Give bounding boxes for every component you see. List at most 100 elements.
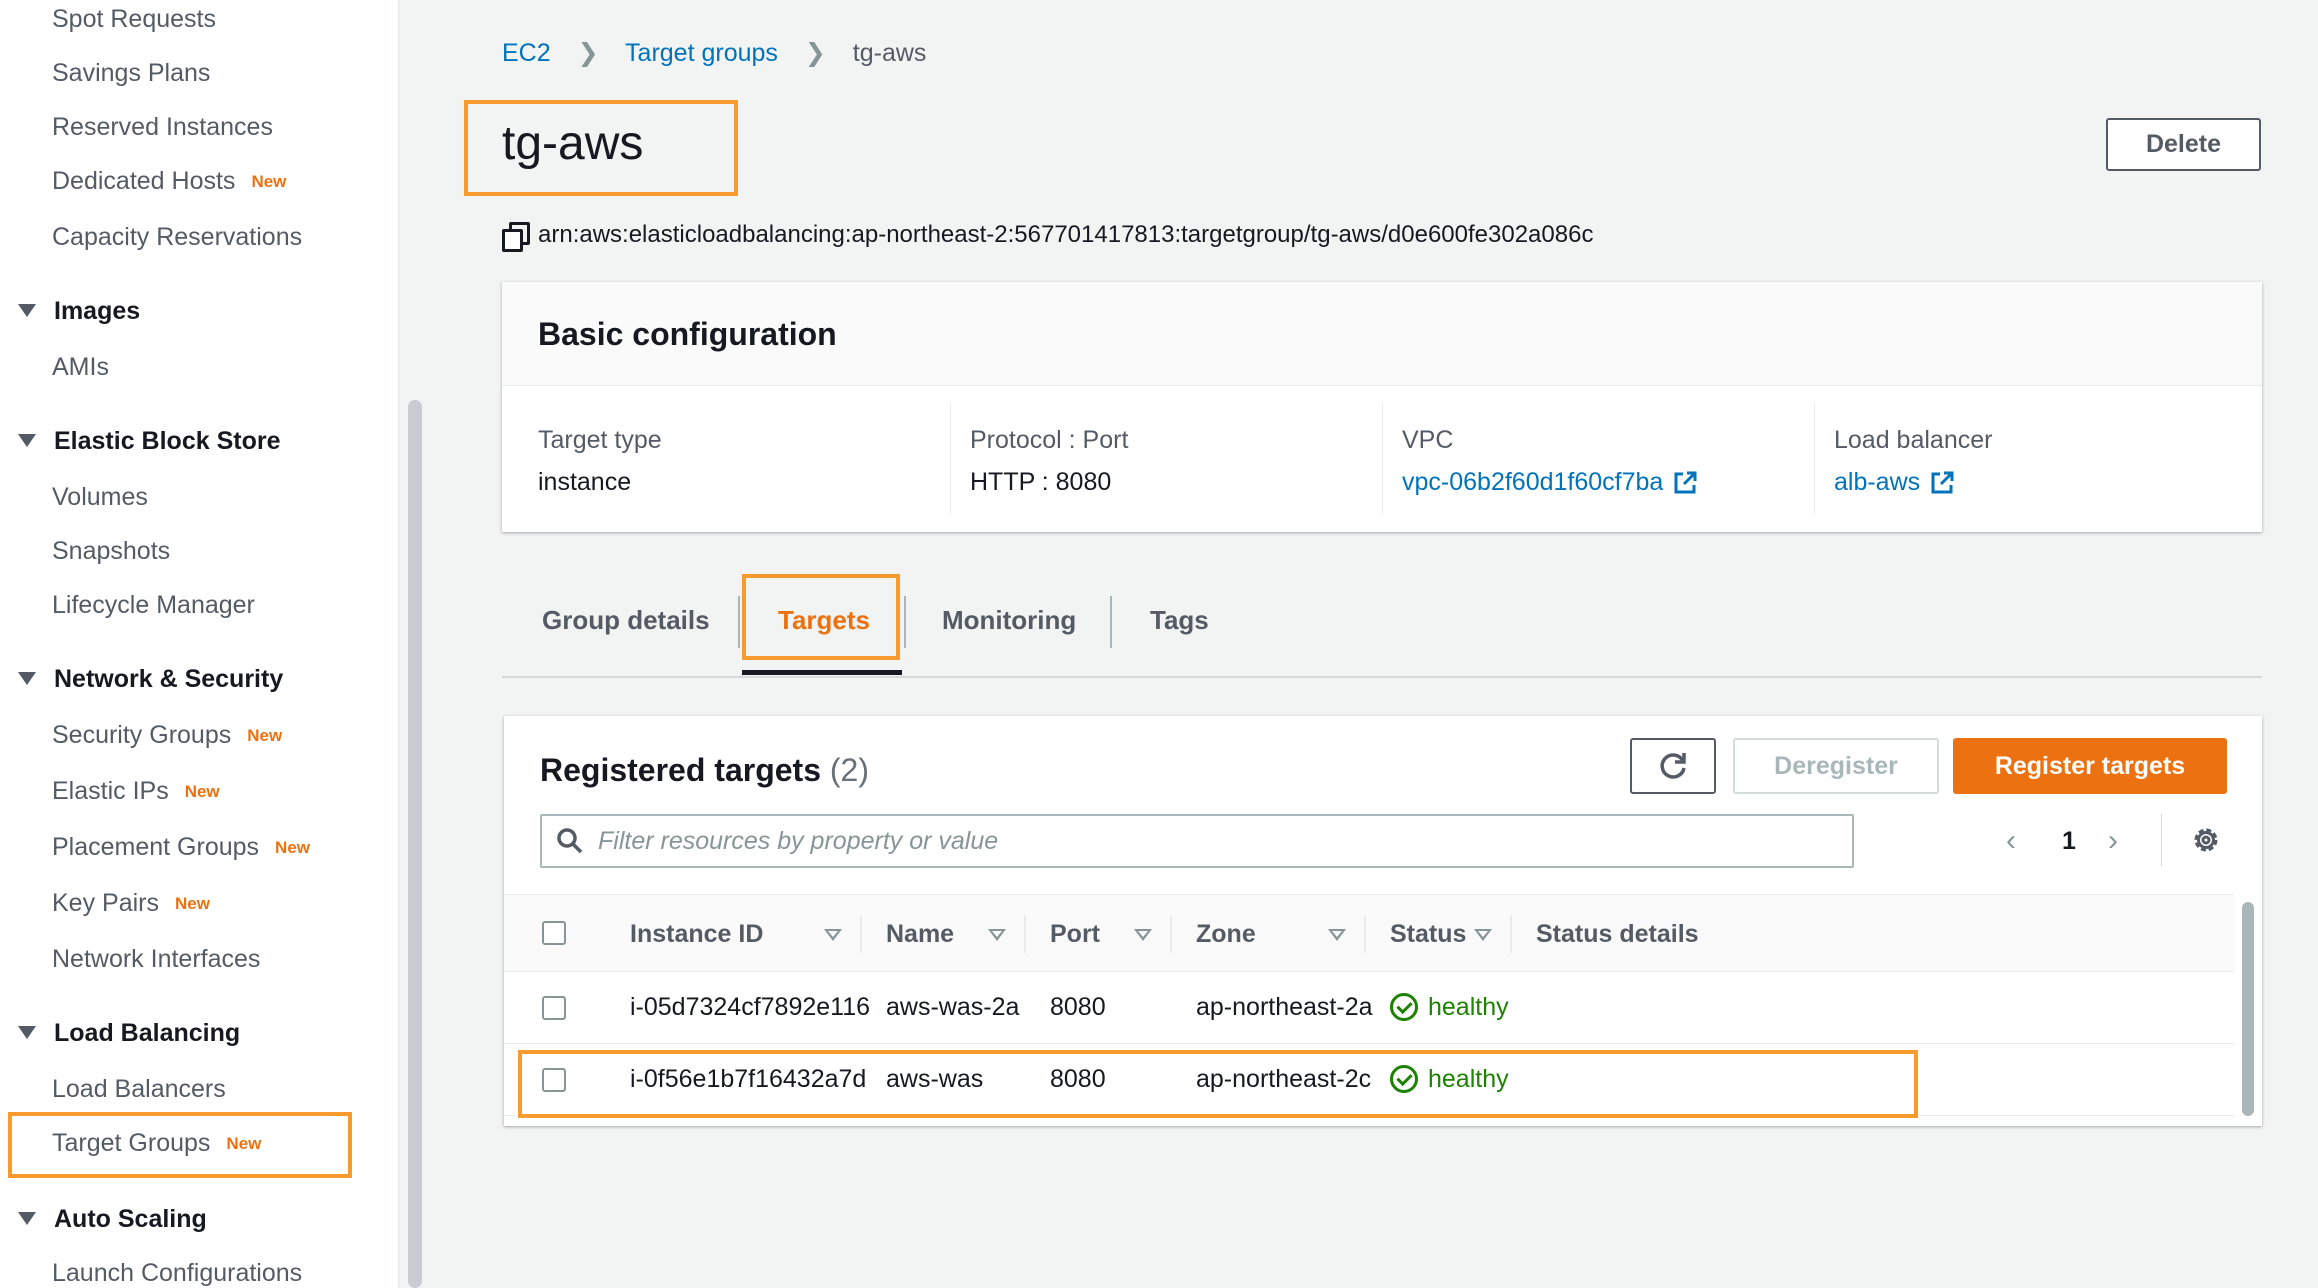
new-badge: New bbox=[174, 894, 210, 914]
refresh-button[interactable] bbox=[1630, 738, 1716, 794]
section-title: Elastic Block Store bbox=[54, 427, 281, 455]
field-label: VPC bbox=[1402, 426, 1454, 454]
column-header-zone[interactable]: Zone bbox=[1196, 919, 1256, 949]
nav-spot-requests[interactable]: Spot Requests bbox=[52, 4, 216, 34]
new-badge: New bbox=[251, 172, 287, 192]
delete-button[interactable]: Delete bbox=[2106, 118, 2261, 171]
tab-monitoring[interactable]: Monitoring bbox=[942, 604, 1076, 636]
target-port: 8080 bbox=[1050, 1065, 1106, 1093]
load-balancer-link[interactable]: alb-aws bbox=[1834, 468, 1920, 497]
column-divider[interactable] bbox=[1364, 915, 1366, 953]
table-row[interactable]: i-05d7324cf7892e116 aws-was-2a 8080 ap-n… bbox=[504, 972, 2234, 1044]
nav-capacity-reservations[interactable]: Capacity Reservations bbox=[52, 222, 302, 252]
nav-label: Capacity Reservations bbox=[52, 223, 303, 251]
section-images[interactable]: Images bbox=[18, 296, 140, 326]
nav-reserved-instances[interactable]: Reserved Instances bbox=[52, 112, 273, 142]
tab-group-details[interactable]: Group details bbox=[542, 604, 710, 636]
section-title: Network & Security bbox=[54, 665, 284, 693]
nav-label: Savings Plans bbox=[52, 59, 211, 87]
external-link-icon[interactable] bbox=[1673, 471, 1697, 495]
table-scrollbar-thumb[interactable] bbox=[2242, 902, 2254, 1116]
nav-security-groups[interactable]: Security Groups New bbox=[52, 720, 282, 751]
refresh-icon bbox=[1660, 753, 1686, 779]
nav-volumes[interactable]: Volumes bbox=[52, 482, 148, 512]
sort-icon[interactable] bbox=[1328, 929, 1346, 941]
tab-tags[interactable]: Tags bbox=[1150, 604, 1209, 636]
sort-icon[interactable] bbox=[1134, 929, 1152, 941]
select-all-checkbox[interactable] bbox=[542, 921, 566, 945]
nav-target-groups[interactable]: Target Groups New bbox=[52, 1128, 261, 1159]
row-checkbox[interactable] bbox=[542, 1068, 566, 1092]
nav-label: Dedicated Hosts bbox=[52, 167, 236, 195]
field-label: Protocol : Port bbox=[970, 426, 1129, 454]
column-divider[interactable] bbox=[1170, 915, 1172, 953]
breadcrumb-ec2[interactable]: EC2 bbox=[502, 39, 551, 67]
nav-load-balancers[interactable]: Load Balancers bbox=[52, 1074, 226, 1104]
caret-down-icon bbox=[18, 671, 36, 685]
nav-elastic-ips[interactable]: Elastic IPs New bbox=[52, 776, 220, 807]
section-load-balancing[interactable]: Load Balancing bbox=[18, 1018, 240, 1048]
gear-icon[interactable] bbox=[2190, 824, 2222, 856]
basic-configuration-header: Basic configuration bbox=[502, 282, 2262, 386]
filter-input[interactable] bbox=[598, 826, 1838, 856]
nav-placement-groups[interactable]: Placement Groups New bbox=[52, 832, 310, 863]
nav-dedicated-hosts[interactable]: Dedicated Hosts New bbox=[52, 166, 286, 197]
copy-icon[interactable] bbox=[502, 222, 530, 252]
section-title: Load Balancing bbox=[54, 1019, 241, 1047]
field-vpc: VPC vpc-06b2f60d1f60cf7ba bbox=[1366, 386, 1806, 532]
protocol-port-value: HTTP : 8080 bbox=[970, 468, 1112, 496]
filter-box[interactable] bbox=[540, 814, 1854, 868]
sort-icon[interactable] bbox=[824, 929, 842, 941]
nav-network-interfaces[interactable]: Network Interfaces bbox=[52, 944, 260, 974]
registered-targets-count: (2) bbox=[829, 752, 869, 788]
target-zone: ap-northeast-2a bbox=[1196, 993, 1373, 1021]
instance-id-link[interactable]: i-05d7324cf7892e116 bbox=[630, 992, 870, 1022]
nav-launch-configurations[interactable]: Launch Configurations bbox=[52, 1258, 302, 1288]
chevron-right-icon: ❯ bbox=[804, 39, 826, 67]
nav-label: Spot Requests bbox=[52, 5, 216, 33]
column-header-status[interactable]: Status bbox=[1390, 919, 1466, 949]
vpc-link[interactable]: vpc-06b2f60d1f60cf7ba bbox=[1402, 468, 1663, 497]
deregister-button[interactable]: Deregister bbox=[1733, 738, 1939, 794]
column-divider[interactable] bbox=[860, 915, 862, 953]
tab-targets[interactable]: Targets bbox=[778, 604, 870, 636]
column-header-instance-id[interactable]: Instance ID bbox=[630, 919, 763, 949]
basic-configuration-panel: Basic configuration Target type instance… bbox=[502, 282, 2262, 532]
row-checkbox[interactable] bbox=[542, 996, 566, 1020]
chevron-right-icon: ❯ bbox=[577, 39, 599, 67]
page-number[interactable]: 1 bbox=[2062, 826, 2076, 856]
table-row[interactable]: i-0f56e1b7f16432a7d aws-was 8080 ap-nort… bbox=[504, 1044, 2234, 1116]
column-divider[interactable] bbox=[1024, 915, 1026, 953]
search-icon bbox=[557, 828, 583, 854]
section-auto-scaling[interactable]: Auto Scaling bbox=[18, 1204, 207, 1234]
nav-key-pairs[interactable]: Key Pairs New bbox=[52, 888, 210, 919]
section-elastic-block-store[interactable]: Elastic Block Store bbox=[18, 426, 280, 456]
section-network-security[interactable]: Network & Security bbox=[18, 664, 283, 694]
check-circle-icon bbox=[1390, 993, 1418, 1021]
instance-id-link[interactable]: i-0f56e1b7f16432a7d bbox=[630, 1064, 866, 1094]
nav-savings-plans[interactable]: Savings Plans bbox=[52, 58, 210, 88]
nav-amis[interactable]: AMIs bbox=[52, 352, 109, 382]
register-targets-button[interactable]: Register targets bbox=[1953, 738, 2227, 794]
nav-lifecycle-manager[interactable]: Lifecycle Manager bbox=[52, 590, 255, 620]
sort-icon[interactable] bbox=[988, 929, 1006, 941]
external-link-icon[interactable] bbox=[1930, 471, 1954, 495]
column-header-status-details[interactable]: Status details bbox=[1536, 919, 1699, 949]
check-circle-icon bbox=[1390, 1065, 1418, 1093]
tab-divider bbox=[904, 596, 906, 648]
nav-label: Load Balancers bbox=[52, 1075, 226, 1103]
sidebar-scrollbar-thumb[interactable] bbox=[408, 400, 422, 1288]
registered-targets-panel: Registered targets (2) Deregister Regist… bbox=[504, 716, 2262, 1126]
column-header-name[interactable]: Name bbox=[886, 919, 954, 949]
nav-snapshots[interactable]: Snapshots bbox=[52, 536, 170, 566]
caret-down-icon bbox=[18, 303, 36, 317]
nav-label: Reserved Instances bbox=[52, 113, 273, 141]
column-divider[interactable] bbox=[1510, 915, 1512, 953]
prev-page-icon[interactable]: ‹ bbox=[2006, 826, 2016, 856]
next-page-icon[interactable]: › bbox=[2108, 826, 2118, 856]
breadcrumb-target-groups[interactable]: Target groups bbox=[625, 39, 778, 67]
nav-label: Placement Groups bbox=[52, 833, 260, 861]
sort-icon[interactable] bbox=[1474, 929, 1492, 941]
target-type-value: instance bbox=[538, 468, 632, 496]
column-header-port[interactable]: Port bbox=[1050, 919, 1100, 949]
